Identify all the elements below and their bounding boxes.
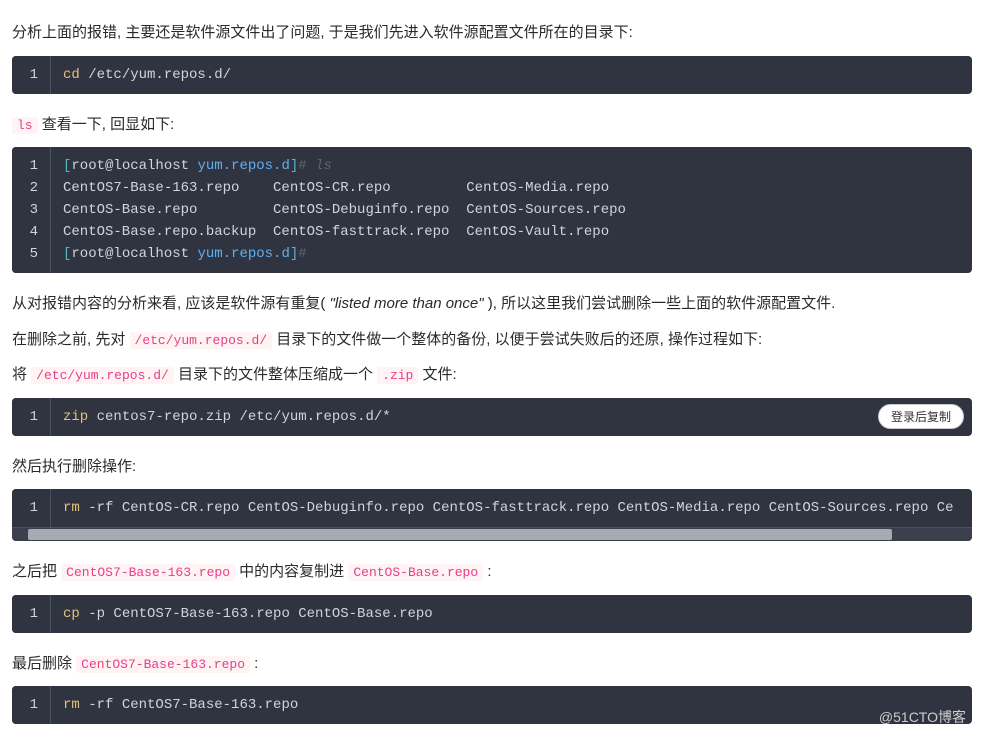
paragraph-ls: ls 查看一下, 回显如下:: [12, 112, 972, 138]
code-token-cmd: rm: [63, 500, 80, 516]
text: 从对报错内容的分析来看, 应该是软件源有重复(: [12, 295, 330, 312]
text: 最后删除: [12, 655, 76, 672]
line-number: 4: [12, 221, 50, 243]
line-number: 1: [12, 64, 50, 86]
line-number: 1: [12, 694, 50, 716]
inline-code-ls: ls: [12, 117, 38, 134]
text: :: [250, 655, 258, 672]
code-token-arg: -p CentOS7-Base-163.repo CentOS-Base.rep…: [80, 606, 433, 622]
paragraph-intro: 分析上面的报错, 主要还是软件源文件出了问题, 于是我们先进入软件源配置文件所在…: [12, 20, 972, 46]
line-number: 1: [12, 497, 50, 519]
copy-button[interactable]: 登录后复制: [878, 404, 964, 429]
paragraph-analysis: 从对报错内容的分析来看, 应该是软件源有重复( "listed more tha…: [12, 291, 972, 317]
line-gutter: 1: [12, 489, 51, 527]
paragraph-final-delete: 最后删除 CentOS7-Base-163.repo :: [12, 651, 972, 677]
horizontal-scrollbar[interactable]: [12, 527, 972, 541]
code-token-arg: /etc/yum.repos.d/: [80, 67, 231, 83]
line-number: 5: [12, 243, 50, 265]
line-number: 3: [12, 199, 50, 221]
code-area[interactable]: cp -p CentOS7-Base-163.repo CentOS-Base.…: [51, 595, 972, 633]
paragraph-backup: 在删除之前, 先对 /etc/yum.repos.d/ 目录下的文件做一个整体的…: [12, 327, 972, 353]
code-token-arg: -rf CentOS7-Base-163.repo: [80, 697, 298, 713]
code-block-zip: 登录后复制 1 zip centos7-repo.zip /etc/yum.re…: [12, 398, 972, 436]
inline-code: CentOS7-Base-163.repo: [76, 656, 250, 673]
text: 目录下的文件整体压缩成一个: [174, 366, 377, 383]
line-number: 1: [12, 603, 50, 625]
code-token-arg: centos7-repo.zip /etc/yum.repos.d/*: [88, 409, 390, 425]
line-gutter: 1: [12, 56, 51, 94]
line-number: 2: [12, 177, 50, 199]
line-gutter: 1 2 3 4 5: [12, 147, 51, 273]
tok: yum.repos.d: [197, 158, 289, 174]
code-area[interactable]: rm -rf CentOS-CR.repo CentOS-Debuginfo.r…: [51, 489, 972, 527]
tok: #: [298, 158, 315, 174]
line-number: 1: [12, 155, 50, 177]
tok: CentOS-Base.repo CentOS-Debuginfo.repo C…: [63, 202, 626, 218]
text: :: [483, 563, 491, 580]
code-token-cmd: cd: [63, 67, 80, 83]
tok: root@localhost: [71, 246, 189, 262]
inline-code: /etc/yum.repos.d/: [130, 332, 273, 349]
code-area[interactable]: rm -rf CentOS7-Base-163.repo: [51, 686, 972, 724]
code-token-cmd: zip: [63, 409, 88, 425]
code-area[interactable]: [root@localhost yum.repos.d]# ls CentOS7…: [51, 147, 972, 273]
code-token-arg: -rf CentOS-CR.repo CentOS-Debuginfo.repo…: [80, 500, 954, 516]
inline-code: CentOS-Base.repo: [348, 564, 483, 581]
inline-code: CentOS7-Base-163.repo: [61, 564, 235, 581]
tok: root@localhost: [71, 158, 189, 174]
code-block-cp: 1 cp -p CentOS7-Base-163.repo CentOS-Bas…: [12, 595, 972, 633]
line-gutter: 1: [12, 398, 51, 436]
inline-code: /etc/yum.repos.d/: [31, 367, 174, 384]
code-area[interactable]: cd /etc/yum.repos.d/: [51, 56, 972, 94]
code-area[interactable]: zip centos7-repo.zip /etc/yum.repos.d/*: [51, 398, 972, 436]
tok: CentOS7-Base-163.repo CentOS-CR.repo Cen…: [63, 180, 609, 196]
code-block-rm-final: 1 rm -rf CentOS7-Base-163.repo: [12, 686, 972, 724]
text: 中的内容复制进: [235, 563, 348, 580]
tok: ]: [290, 246, 298, 262]
tok: #: [298, 246, 306, 262]
tok: yum.repos.d: [197, 246, 289, 262]
text: ), 所以这里我们尝试删除一些上面的软件源配置文件.: [484, 295, 836, 312]
text: 之后把: [12, 563, 61, 580]
text: 将: [12, 366, 31, 383]
paragraph-zip: 将 /etc/yum.repos.d/ 目录下的文件整体压缩成一个 .zip 文…: [12, 362, 972, 388]
inline-code: .zip: [377, 367, 418, 384]
quoted-text: "listed more than once": [330, 295, 484, 312]
tok: CentOS-Base.repo.backup CentOS-fasttrack…: [63, 224, 609, 240]
text: 在删除之前, 先对: [12, 331, 130, 348]
line-gutter: 1: [12, 595, 51, 633]
scrollbar-thumb[interactable]: [28, 529, 892, 540]
code-block-rm: 1 rm -rf CentOS-CR.repo CentOS-Debuginfo…: [12, 489, 972, 541]
line-gutter: 1: [12, 686, 51, 724]
text: 目录下的文件做一个整体的备份, 以便于尝试失败后的还原, 操作过程如下:: [272, 331, 762, 348]
paragraph-copy: 之后把 CentOS7-Base-163.repo 中的内容复制进 CentOS…: [12, 559, 972, 585]
paragraph-delete: 然后执行删除操作:: [12, 454, 972, 480]
tok: ls: [315, 158, 332, 174]
code-block-ls-output: 1 2 3 4 5 [root@localhost yum.repos.d]# …: [12, 147, 972, 273]
code-block-cd: 1 cd /etc/yum.repos.d/: [12, 56, 972, 94]
line-number: 1: [12, 406, 50, 428]
text: 查看一下, 回显如下:: [38, 116, 175, 133]
code-token-cmd: cp: [63, 606, 80, 622]
text: 文件:: [418, 366, 456, 383]
tok: ]: [290, 158, 298, 174]
code-token-cmd: rm: [63, 697, 80, 713]
